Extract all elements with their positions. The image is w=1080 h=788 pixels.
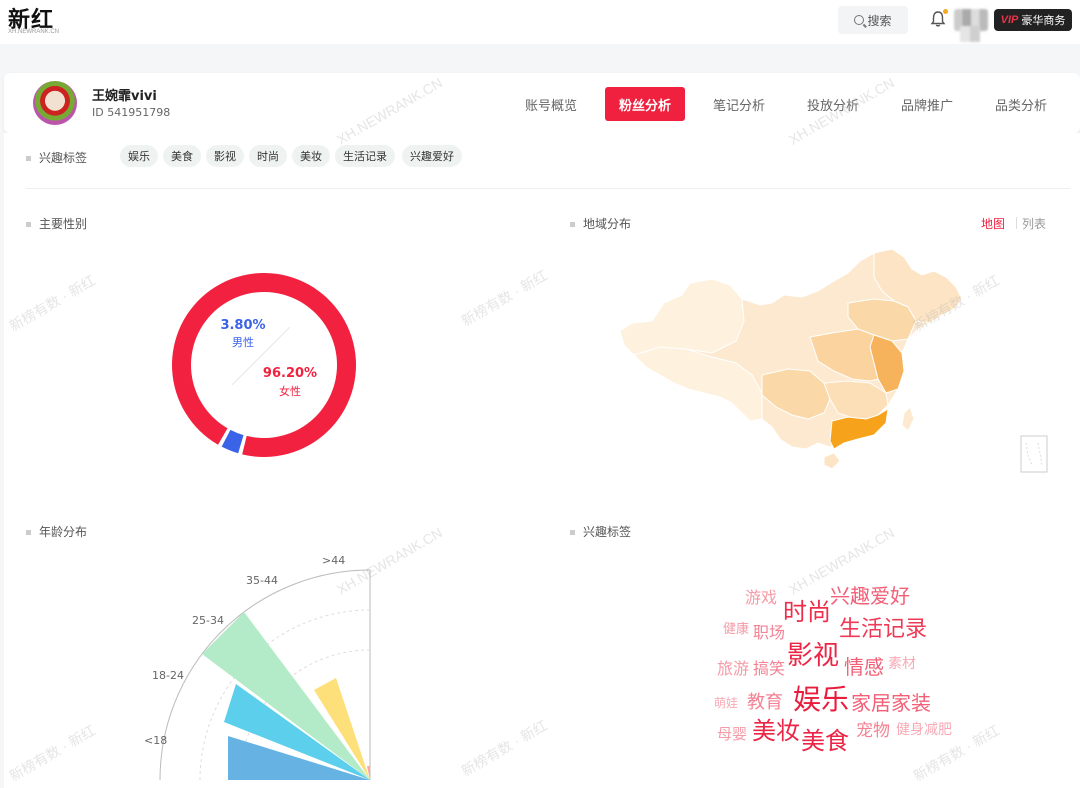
map-view-toggle[interactable]: 地图: [981, 215, 1005, 232]
word-cloud-item: 健身减肥: [896, 722, 952, 738]
word-cloud-item: 生活记录: [839, 617, 928, 642]
map-region-hainan: [823, 452, 841, 470]
profile-name: 王婉霏vivi: [92, 89, 157, 104]
interest-tag: 娱乐: [120, 145, 158, 167]
vip-tag: VIP: [1000, 14, 1019, 26]
word-cloud-item: 影视: [787, 641, 840, 671]
interest-tag: 生活记录: [335, 145, 395, 167]
word-cloud-item: 健康: [723, 622, 750, 637]
word-cloud-item: 情感: [844, 655, 884, 679]
tab-note-analysis[interactable]: 笔记分析: [699, 87, 779, 121]
word-cloud-item: 萌娃: [714, 696, 739, 710]
word-cloud-item: 职场: [753, 623, 786, 642]
profile-id-value: 541951798: [107, 106, 171, 119]
interest-tag: 时尚: [249, 145, 287, 167]
word-cloud-item: 家居家装: [851, 691, 931, 715]
watermark: 新榜有数 · 新红: [458, 266, 550, 330]
gender-donut-chart: 3.80% 男性 96.20% 女性: [171, 273, 356, 457]
interest-tag: 美食: [163, 145, 201, 167]
vip-badge[interactable]: VIP 豪华商务: [994, 9, 1072, 31]
word-cloud-item: 美食: [801, 727, 849, 755]
word-cloud-item: 搞笑: [753, 659, 786, 678]
tab-brand-promotion[interactable]: 品牌推广: [887, 87, 967, 121]
south-china-sea-inset: [1020, 435, 1048, 473]
word-cloud-item: 母婴: [717, 725, 748, 743]
donut-slice-female[interactable]: [171, 273, 356, 457]
section-divider: [26, 188, 1070, 189]
search-icon: [854, 15, 865, 25]
profile-avatar[interactable]: [33, 81, 77, 125]
section-bullet: [26, 156, 31, 161]
male-percent-label: 3.80%: [220, 318, 265, 333]
logo-subtitle: XH.NEWRANK.CN: [8, 29, 60, 35]
gender-section-title: 主要性别: [26, 215, 87, 232]
age-section-title: 年龄分布: [26, 523, 87, 540]
word-cloud-item: 旅游: [717, 659, 750, 678]
word-cloud-item: 美妆: [752, 717, 800, 745]
female-percent-label: 96.20%: [263, 366, 317, 381]
section-bullet: [570, 530, 575, 535]
section-bullet: [570, 222, 575, 227]
tab-account-overview[interactable]: 账号概览: [511, 87, 591, 121]
profile-id: ID 541951798: [92, 106, 170, 119]
map-region-xinjiang: [619, 278, 745, 356]
age-radial-chart: <18 18-24 25-34 35-44 >44: [144, 554, 371, 781]
word-cloud-item: 宠物: [856, 721, 890, 741]
word-cloud-item: 教育: [747, 692, 783, 713]
section-bullet: [26, 530, 31, 535]
age-tick-label: <18: [144, 734, 167, 747]
female-label: 女性: [279, 384, 301, 398]
map-region-taiwan: [901, 406, 915, 432]
word-cloud-item: 兴趣爱好: [830, 584, 910, 608]
watermark: 新榜有数 · 新红: [6, 721, 98, 785]
interest-tag: 兴趣爱好: [402, 145, 462, 167]
tab-category-analysis[interactable]: 品类分析: [981, 87, 1061, 121]
notification-dot: [943, 9, 948, 14]
search-button[interactable]: 搜索: [838, 6, 908, 34]
watermark: 新榜有数 · 新红: [6, 271, 98, 335]
main-content: 兴趣标签 娱乐 美食 影视 时尚 美妆 生活记录 兴趣爱好 主要性别 3.80%…: [4, 74, 1080, 788]
profile-id-label: ID: [92, 106, 104, 119]
toggle-separator: [1016, 217, 1017, 229]
donut-slice-male[interactable]: [221, 429, 244, 454]
profile-card: 王婉霏vivi ID 541951798 账号概览 粉丝分析 笔记分析 投放分析…: [4, 73, 1080, 133]
age-tick-label: 25-34: [192, 614, 224, 627]
word-cloud-item: 时尚: [783, 598, 831, 626]
age-tick-label: 18-24: [152, 669, 184, 682]
search-label: 搜索: [867, 13, 892, 28]
vip-label: 豪华商务: [1021, 14, 1066, 27]
age-tick-label: 35-44: [246, 574, 278, 587]
age-tick-label: >44: [322, 554, 345, 567]
section-bullet: [26, 222, 31, 227]
top-header: 新红 XH.NEWRANK.CN 搜索 VIP 豪华商务: [0, 0, 1080, 44]
watermark: 新榜有数 · 新红: [458, 716, 550, 780]
user-avatar-blur: [960, 26, 980, 42]
interest-tag: 美妆: [292, 145, 330, 167]
tab-fan-analysis[interactable]: 粉丝分析: [605, 87, 685, 121]
interest-tags-label: 兴趣标签: [26, 149, 87, 166]
region-section-title: 地域分布: [570, 215, 631, 232]
interest-tag: 影视: [206, 145, 244, 167]
word-cloud-item: 素材: [888, 656, 916, 672]
word-cloud-item: 娱乐: [793, 683, 850, 716]
word-cloud-item: 游戏: [745, 588, 778, 607]
list-view-toggle[interactable]: 列表: [1022, 215, 1046, 232]
china-region-map: [619, 248, 963, 470]
tab-placement-analysis[interactable]: 投放分析: [793, 87, 873, 121]
male-label: 男性: [232, 335, 254, 349]
interest-cloud-title: 兴趣标签: [570, 523, 631, 540]
